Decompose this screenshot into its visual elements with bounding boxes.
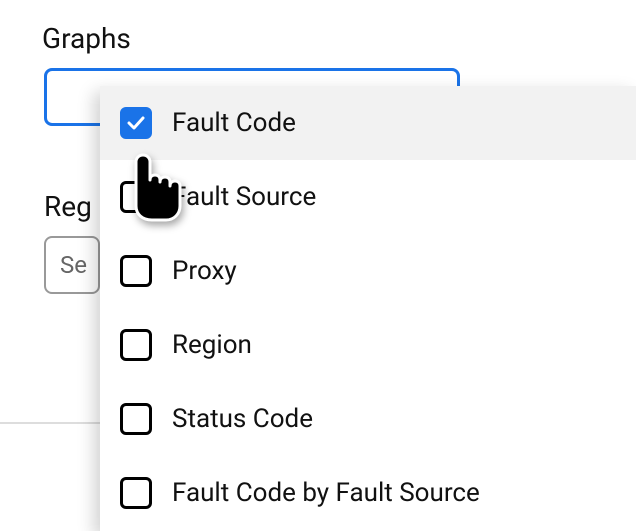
checkmark-icon	[127, 116, 145, 130]
graphs-dropdown-panel: Fault Code Fault Source Proxy Region Sta…	[100, 86, 636, 531]
dropdown-item-label: Status Code	[172, 404, 313, 434]
dropdown-item-label: Proxy	[172, 256, 237, 286]
checkbox-fault-code[interactable]	[120, 107, 152, 139]
dropdown-item-region[interactable]: Region	[100, 308, 636, 382]
dropdown-item-status-code[interactable]: Status Code	[100, 382, 636, 456]
checkbox-proxy[interactable]	[120, 255, 152, 287]
checkbox-status-code[interactable]	[120, 403, 152, 435]
dropdown-item-label: Region	[172, 330, 252, 360]
dropdown-item-proxy[interactable]: Proxy	[100, 234, 636, 308]
dropdown-item-fault-source[interactable]: Fault Source	[100, 160, 636, 234]
checkbox-region[interactable]	[120, 329, 152, 361]
dropdown-item-fault-code[interactable]: Fault Code	[100, 86, 636, 160]
dropdown-item-label: Fault Code by Fault Source	[172, 478, 480, 508]
dropdown-item-fault-code-by-fault-source[interactable]: Fault Code by Fault Source	[100, 456, 636, 530]
region-label: Reg	[44, 190, 92, 223]
divider	[0, 422, 100, 424]
checkbox-fault-source[interactable]	[120, 181, 152, 213]
region-select[interactable]: Se	[44, 236, 100, 294]
checkbox-fault-code-by-fault-source[interactable]	[120, 477, 152, 509]
dropdown-item-label: Fault Source	[172, 182, 316, 212]
graphs-label: Graphs	[42, 22, 131, 55]
dropdown-item-label: Fault Code	[172, 108, 296, 138]
